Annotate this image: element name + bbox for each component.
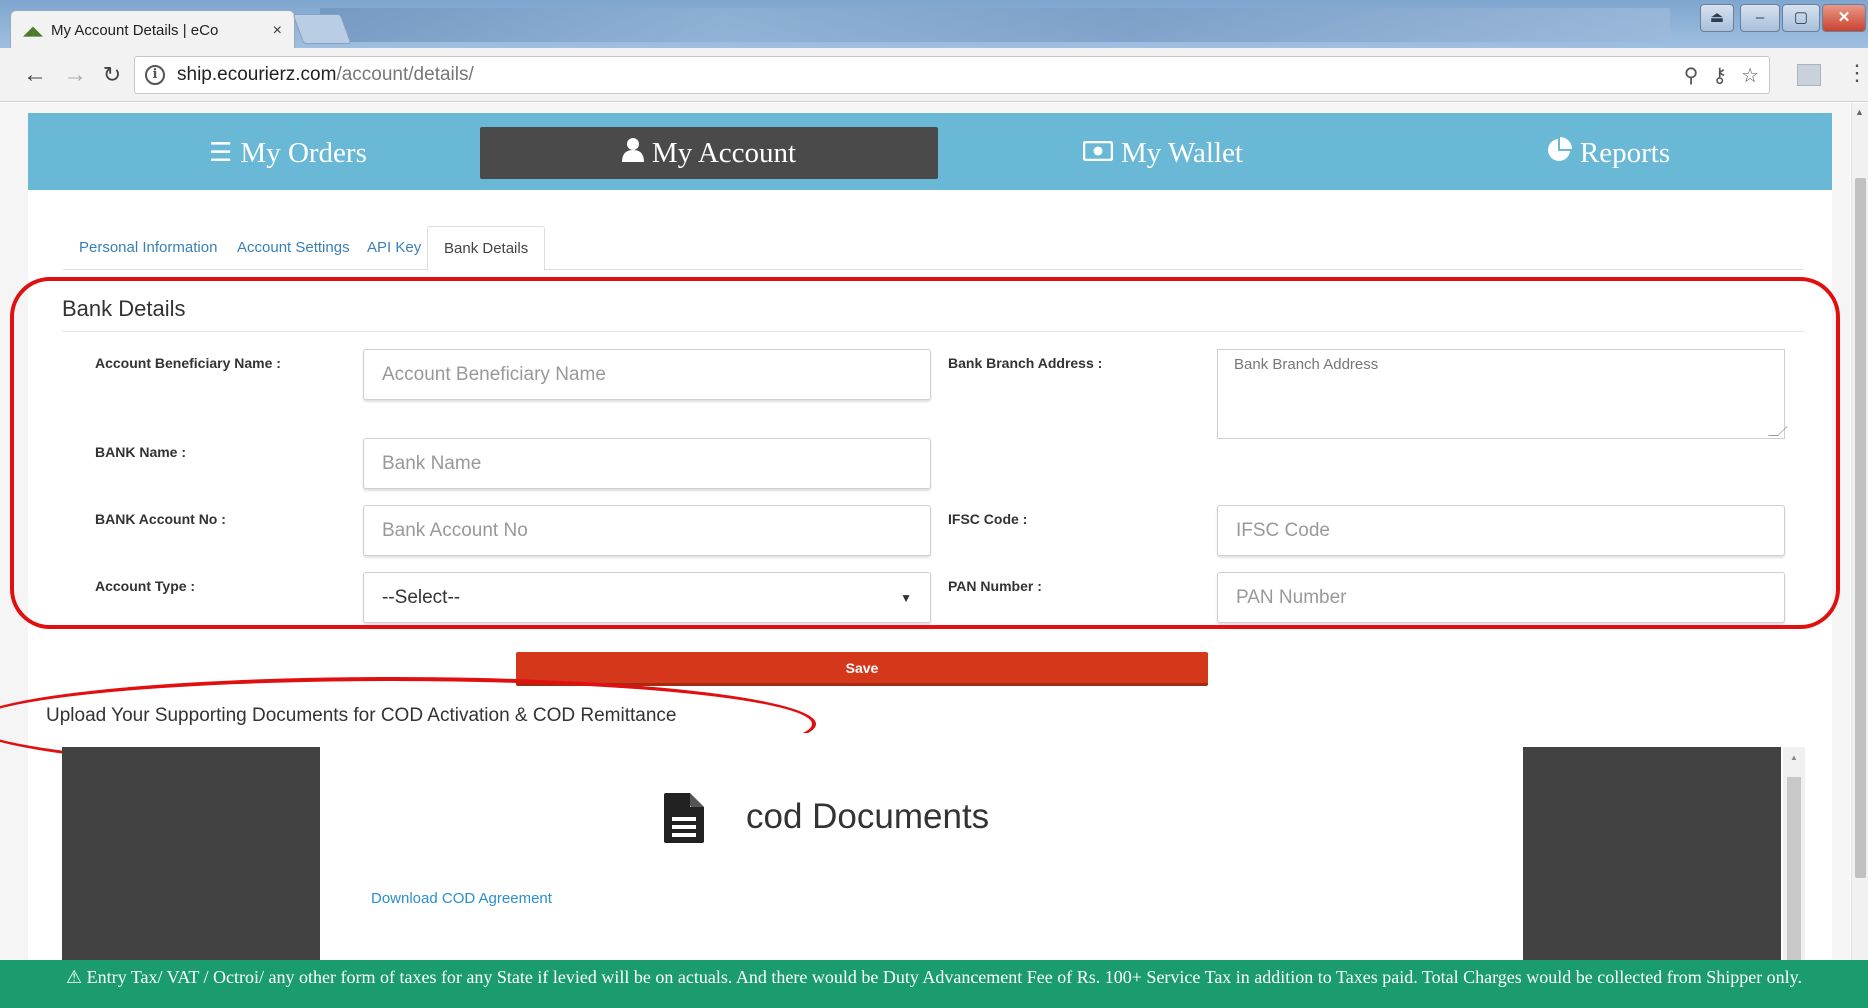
upload-documents-title: Upload Your Supporting Documents for COD…	[46, 705, 677, 726]
tax-notice-text: Entry Tax/ VAT / Octroi/ any other form …	[86, 967, 1803, 987]
account-type-select[interactable]: --Select-- ▼	[363, 572, 931, 623]
site-info-icon[interactable]: i	[145, 65, 165, 85]
account-type-label: Account Type :	[95, 578, 196, 594]
pan-label: PAN Number :	[948, 578, 1042, 594]
browser-tab[interactable]: ◢◣ My Account Details | eCo ×	[10, 10, 295, 50]
tab-api-key[interactable]: API Key	[351, 226, 437, 271]
window-minimize-button[interactable]: –	[1740, 4, 1780, 32]
bank-name-input[interactable]	[363, 438, 931, 489]
branch-address-label: Bank Branch Address :	[948, 355, 1103, 371]
back-arrow-icon[interactable]: ←	[20, 61, 50, 89]
address-bar[interactable]: i ship.ecourierz.com /account/details/ ⚲…	[134, 56, 1770, 94]
save-button[interactable]: Save	[516, 652, 1208, 686]
window-close-button[interactable]: ✕	[1822, 4, 1866, 32]
pan-input[interactable]	[1217, 572, 1785, 623]
nav-reports[interactable]: Reports	[1388, 127, 1828, 179]
main-nav: ☰ My Orders My Account My Wallet Reports	[28, 113, 1832, 190]
section-divider	[62, 331, 1804, 332]
ifsc-label: IFSC Code :	[948, 511, 1028, 527]
nav-my-wallet[interactable]: My Wallet	[938, 127, 1388, 179]
zoom-icon[interactable]: ⚲	[1684, 63, 1699, 88]
pie-chart-icon	[1546, 136, 1572, 170]
bank-name-label: BANK Name :	[95, 444, 187, 460]
page-scrollbar[interactable]: ▲ ▼	[1851, 103, 1868, 1008]
download-cod-agreement-link[interactable]: Download COD Agreement	[371, 890, 552, 907]
ifsc-input[interactable]	[1217, 505, 1785, 556]
browser-tabstrip: ◢◣ My Account Details | eCo × ⏏ – ▢ ✕	[0, 0, 1868, 50]
warning-icon: ⚠	[65, 967, 83, 988]
account-type-value: --Select--	[382, 586, 461, 608]
branch-address-textarea[interactable]	[1217, 349, 1785, 439]
page-viewport: ☰ My Orders My Account My Wallet Reports…	[0, 103, 1850, 1008]
tab-title: My Account Details | eCo	[51, 22, 219, 39]
reload-icon[interactable]: ↻	[97, 61, 127, 89]
nav-my-wallet-label: My Wallet	[1121, 136, 1243, 169]
forward-arrow-icon[interactable]: →	[60, 61, 90, 89]
page-content: ☰ My Orders My Account My Wallet Reports…	[0, 113, 1840, 1008]
nav-my-account-label: My Account	[651, 136, 797, 169]
bookmark-star-icon[interactable]: ☆	[1741, 63, 1759, 88]
tax-notice-bar: ⚠ Entry Tax/ VAT / Octroi/ any other for…	[0, 960, 1868, 1008]
tab-personal-information[interactable]: Personal Information	[63, 226, 233, 271]
page-scrollbar-thumb[interactable]	[1855, 178, 1866, 878]
account-no-label: BANK Account No :	[95, 511, 226, 527]
tab-close-icon[interactable]: ×	[273, 22, 282, 40]
user-icon	[621, 137, 644, 169]
beneficiary-label: Account Beneficiary Name :	[95, 355, 281, 371]
browser-toolbar: ← → ↻ i ship.ecourierz.com /account/deta…	[0, 48, 1868, 102]
url-host: ship.ecourierz.com	[177, 64, 337, 85]
tab-bank-details[interactable]: Bank Details	[427, 226, 546, 271]
select-caret-icon: ▼	[900, 590, 912, 605]
nav-my-account[interactable]: My Account	[480, 127, 938, 179]
account-subtabs: Personal Information Account Settings AP…	[63, 226, 1803, 271]
other-windows-blur	[320, 8, 1670, 42]
nav-my-orders-label: My Orders	[240, 136, 367, 169]
nav-reports-label: Reports	[1579, 136, 1671, 169]
document-icon	[662, 791, 706, 845]
nav-my-orders[interactable]: ☰ My Orders	[88, 127, 488, 179]
bank-details-title: Bank Details	[62, 296, 186, 321]
window-user-icon[interactable]: ⏏	[1700, 4, 1734, 32]
money-icon	[1082, 138, 1114, 168]
extension-icon[interactable]	[1797, 64, 1821, 86]
beneficiary-name-input[interactable]	[363, 349, 931, 400]
browser-menu-icon[interactable]: ⋮	[1846, 60, 1868, 86]
cod-documents-title: cod Documents	[746, 797, 990, 836]
url-path: /account/details/	[336, 64, 474, 85]
list-icon: ☰	[209, 138, 233, 168]
account-no-input[interactable]	[363, 505, 931, 556]
window-maximize-button[interactable]: ▢	[1782, 4, 1820, 32]
key-icon[interactable]: ⚷	[1712, 63, 1727, 88]
tab-account-settings[interactable]: Account Settings	[221, 226, 366, 271]
site-favicon-icon: ◢◣	[23, 22, 43, 38]
